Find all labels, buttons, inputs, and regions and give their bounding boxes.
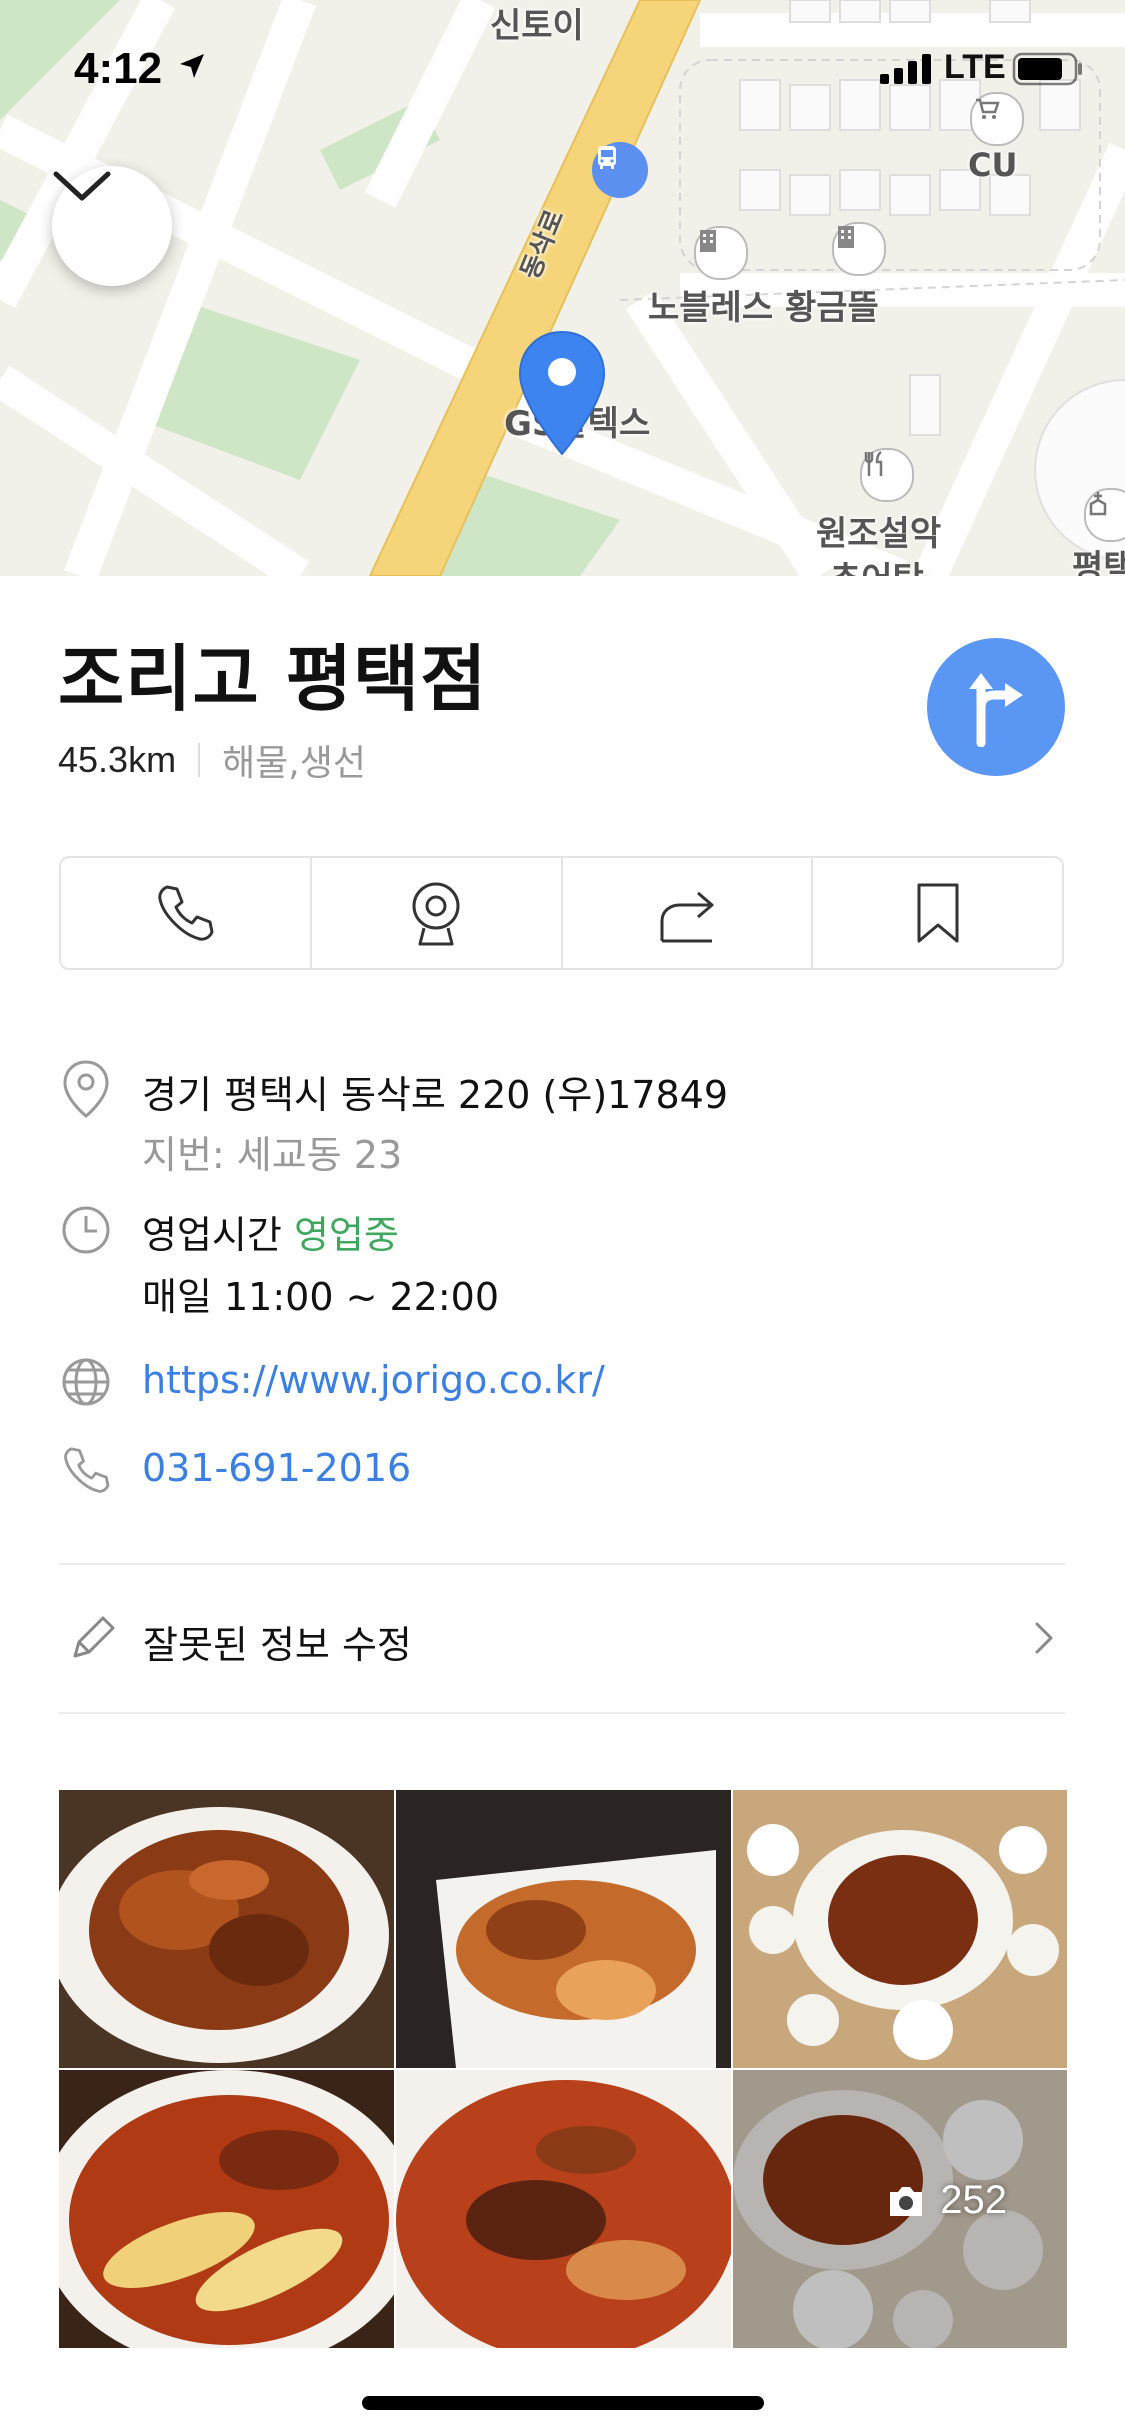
divider bbox=[59, 1712, 1065, 1714]
photo-count-value: 252 bbox=[940, 2178, 1007, 2222]
directions-icon bbox=[969, 673, 1023, 747]
photo-thumbnail[interactable] bbox=[59, 1790, 394, 2068]
chevron-down-icon bbox=[53, 171, 111, 201]
lot-address: 지번: 세교동 23 bbox=[142, 1133, 403, 1177]
action-bar bbox=[59, 856, 1064, 970]
hours-status: 영업중 bbox=[293, 1213, 399, 1257]
status-bar: 4:12 LTE bbox=[0, 40, 1125, 100]
hours-label: 영업시간 bbox=[142, 1213, 282, 1257]
photo-thumbnail[interactable] bbox=[733, 1790, 1067, 2068]
home-indicator[interactable] bbox=[362, 2396, 764, 2410]
building-icon[interactable] bbox=[832, 222, 886, 276]
restaurant-icon[interactable] bbox=[860, 448, 914, 502]
place-distance: 45.3km bbox=[58, 739, 177, 780]
collapse-button[interactable] bbox=[52, 166, 172, 286]
network-type: LTE bbox=[944, 48, 1006, 86]
map-label-restaurant: 원조설악 bbox=[816, 514, 942, 554]
separator bbox=[198, 743, 201, 777]
map-view[interactable]: 신토이 CU 노블레스 황금뜰 동삭로 GS칼텍스 원조설악 추어탕 평택 4:… bbox=[0, 0, 1125, 576]
hours-header[interactable]: 영업시간 영업중 bbox=[142, 1204, 399, 1259]
church-icon[interactable] bbox=[1084, 488, 1125, 542]
location-pin-icon bbox=[60, 1058, 112, 1124]
place-category: 해물,생선 bbox=[222, 743, 366, 784]
photo-thumbnail[interactable] bbox=[396, 2070, 731, 2348]
hours: 매일 11:00 ~ 22:00 bbox=[142, 1275, 500, 1319]
streetview-icon bbox=[412, 882, 460, 946]
bus-stop-icon[interactable] bbox=[592, 142, 648, 198]
call-button[interactable] bbox=[61, 858, 312, 968]
photo-thumbnail[interactable] bbox=[396, 1790, 731, 2068]
photo-grid: 252 bbox=[59, 1790, 1067, 2350]
map-label-apartment: 노블레스 황금뜰 bbox=[648, 288, 879, 328]
convenience-store-icon[interactable] bbox=[970, 92, 1024, 146]
bookmark-icon bbox=[917, 883, 959, 943]
map-label-cu: CU bbox=[968, 146, 1018, 184]
address[interactable]: 경기 평택시 동삭로 220 (우)17849 bbox=[142, 1064, 728, 1119]
building-icon[interactable] bbox=[694, 226, 748, 280]
phone-link[interactable]: 031-691-2016 bbox=[142, 1446, 411, 1490]
photo-thumbnail[interactable] bbox=[59, 2070, 394, 2348]
place-title: 조리고 평택점 bbox=[58, 637, 488, 721]
pencil-icon bbox=[69, 1610, 117, 1666]
phone-icon bbox=[60, 1444, 112, 1500]
place-subline: 45.3km 해물,생선 bbox=[58, 734, 366, 786]
phone-icon bbox=[158, 885, 214, 941]
map-label-restaurant-2: 추어탕 bbox=[830, 552, 924, 576]
directions-button[interactable] bbox=[927, 638, 1065, 776]
globe-icon bbox=[60, 1356, 112, 1412]
edit-info-label: 잘못된 정보 수정 bbox=[143, 1623, 412, 1667]
save-button[interactable] bbox=[813, 858, 1062, 968]
status-time: 4:12 bbox=[74, 44, 163, 93]
share-button[interactable] bbox=[563, 858, 814, 968]
chevron-right-icon bbox=[1033, 1620, 1055, 1660]
camera-icon bbox=[890, 2186, 923, 2216]
clock-icon bbox=[60, 1204, 112, 1260]
share-icon bbox=[660, 891, 714, 943]
photo-count: 252 bbox=[886, 2178, 1007, 2223]
website-link[interactable]: https://www.jorigo.co.kr/ bbox=[142, 1358, 605, 1402]
streetview-button[interactable] bbox=[312, 858, 563, 968]
edit-info-row[interactable]: 잘못된 정보 수정 bbox=[59, 1564, 1065, 1712]
photo-more[interactable]: 252 bbox=[733, 2070, 1067, 2348]
map-label-right: 평택 bbox=[1072, 548, 1125, 576]
